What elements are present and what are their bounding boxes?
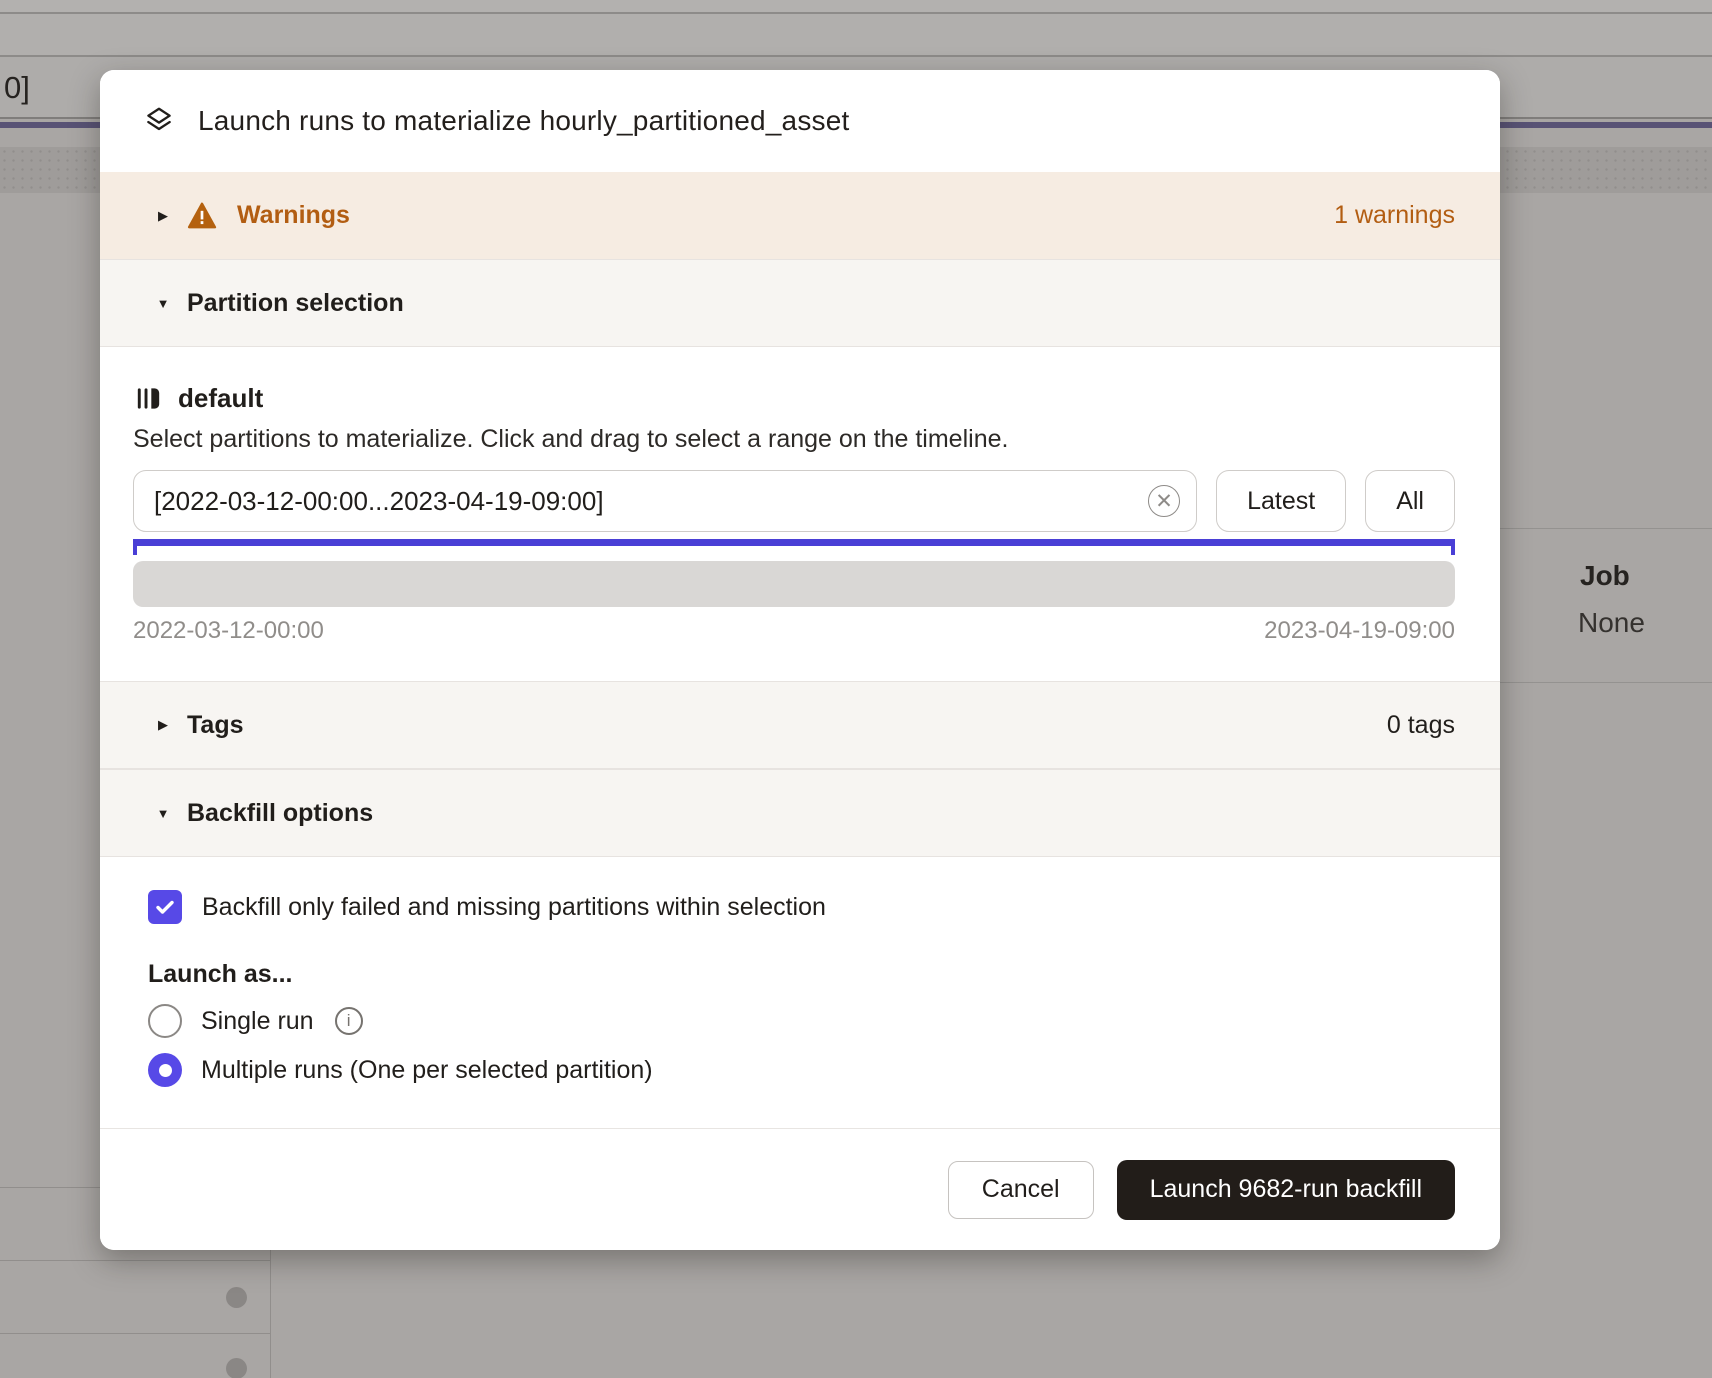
launch-backfill-dialog: Launch runs to materialize hourly_partit…: [100, 70, 1500, 1250]
tags-section-toggle[interactable]: ▶ Tags 0 tags: [100, 681, 1500, 769]
dialog-header: Launch runs to materialize hourly_partit…: [100, 70, 1500, 172]
warning-triangle-icon: [187, 202, 217, 229]
single-run-radio-row[interactable]: Single run i: [148, 1004, 1455, 1038]
bg-table-row-divider: [0, 1187, 100, 1188]
latest-button[interactable]: Latest: [1216, 470, 1346, 532]
dialog-title: Launch runs to materialize hourly_partit…: [198, 105, 849, 137]
backfill-options-content: Backfill only failed and missing partiti…: [100, 857, 1500, 1128]
multiple-runs-label: Multiple runs (One per selected partitio…: [201, 1056, 653, 1085]
bg-table-row-divider: [0, 1260, 270, 1261]
single-run-label: Single run: [201, 1007, 314, 1036]
dialog-footer: Cancel Launch 9682-run backfill: [100, 1128, 1500, 1250]
chevron-right-icon: ▶: [155, 208, 171, 224]
bg-table-row-divider: [1500, 528, 1712, 529]
dimension-name: default: [178, 383, 263, 414]
job-column-value: None: [1578, 607, 1645, 639]
partition-range-row: ✕ Latest All: [133, 470, 1455, 532]
partition-selection-description: Select partitions to materialize. Click …: [133, 425, 1455, 454]
bg-toolbar-band: [0, 14, 1712, 55]
partition-selection-content: default Select partitions to materialize…: [100, 347, 1500, 681]
partition-range-input[interactable]: [133, 470, 1197, 532]
job-column-header: Job: [1580, 560, 1630, 592]
backfill-only-failed-checkbox-row[interactable]: Backfill only failed and missing partiti…: [148, 890, 1455, 924]
partition-selection-label: Partition selection: [187, 289, 404, 318]
launch-as-label: Launch as...: [148, 960, 1455, 989]
tags-label: Tags: [187, 711, 244, 740]
warnings-label: Warnings: [237, 201, 350, 230]
tags-count: 0 tags: [1387, 711, 1455, 740]
partition-range-input-wrap: ✕: [133, 470, 1197, 532]
bg-status-dot: [226, 1358, 247, 1378]
partition-selection-section-toggle[interactable]: ▼ Partition selection: [100, 259, 1500, 347]
radio-unselected-icon[interactable]: [148, 1004, 182, 1038]
checkbox-checked-icon[interactable]: [148, 890, 182, 924]
clear-selection-icon[interactable]: ✕: [1148, 485, 1180, 517]
dimension-row: default: [135, 383, 1455, 414]
info-icon[interactable]: i: [335, 1007, 363, 1035]
partition-icon: [135, 385, 162, 412]
backfill-options-section-toggle[interactable]: ▼ Backfill options: [100, 769, 1500, 857]
multiple-runs-radio-row[interactable]: Multiple runs (One per selected partitio…: [148, 1053, 1455, 1087]
bg-truncated-filter-text: 0]: [4, 70, 30, 106]
partition-timeline[interactable]: [133, 561, 1455, 607]
selection-range-bracket: [133, 539, 1455, 555]
bg-table-row-divider: [0, 1333, 270, 1334]
timeline-start-date: 2022-03-12-00:00: [133, 617, 324, 645]
materialize-layers-icon: [142, 104, 176, 138]
timeline-date-labels: 2022-03-12-00:00 2023-04-19-09:00: [133, 617, 1455, 645]
bg-status-dot: [226, 1287, 247, 1308]
radio-selected-icon[interactable]: [148, 1053, 182, 1087]
warnings-section-toggle[interactable]: ▶ Warnings 1 warnings: [100, 172, 1500, 259]
timeline-end-date: 2023-04-19-09:00: [1264, 617, 1455, 645]
launch-backfill-button[interactable]: Launch 9682-run backfill: [1117, 1160, 1455, 1220]
chevron-down-icon: ▼: [155, 296, 171, 311]
bg-top-band: [0, 0, 1712, 12]
cancel-button[interactable]: Cancel: [948, 1161, 1094, 1219]
warnings-count: 1 warnings: [1334, 201, 1455, 230]
bg-table-row-divider: [1500, 682, 1712, 683]
bg-table-column-divider: [270, 1250, 271, 1378]
backfill-options-label: Backfill options: [187, 799, 373, 828]
backfill-only-failed-label: Backfill only failed and missing partiti…: [202, 893, 826, 922]
all-button[interactable]: All: [1365, 470, 1455, 532]
chevron-right-icon: ▶: [155, 717, 171, 733]
chevron-down-icon: ▼: [155, 806, 171, 821]
